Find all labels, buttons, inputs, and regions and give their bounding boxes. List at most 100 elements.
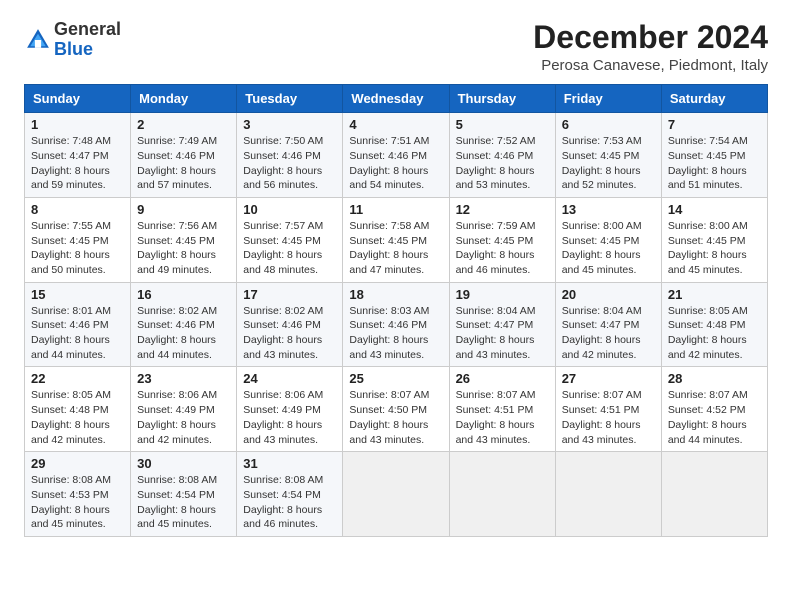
- sunset-text: Sunset: 4:46 PM: [137, 319, 215, 331]
- calendar-cell: 1Sunrise: 7:48 AMSunset: 4:47 PMDaylight…: [25, 113, 131, 198]
- sunrise-text: Sunrise: 7:58 AM: [349, 220, 429, 232]
- day-detail: Sunrise: 8:08 AMSunset: 4:53 PMDaylight:…: [31, 473, 124, 532]
- daylight-text: Daylight: 8 hours and 47 minutes.: [349, 249, 428, 276]
- sunrise-text: Sunrise: 8:07 AM: [456, 389, 536, 401]
- daylight-text: Daylight: 8 hours and 44 minutes.: [31, 334, 110, 361]
- day-number: 13: [562, 202, 655, 217]
- logo-text: General Blue: [54, 20, 121, 60]
- day-detail: Sunrise: 8:07 AMSunset: 4:52 PMDaylight:…: [668, 388, 761, 447]
- calendar-cell: 11Sunrise: 7:58 AMSunset: 4:45 PMDayligh…: [343, 197, 449, 282]
- day-number: 23: [137, 371, 230, 386]
- day-number: 18: [349, 287, 442, 302]
- sunset-text: Sunset: 4:54 PM: [243, 489, 321, 501]
- title-block: December 2024 Perosa Canavese, Piedmont,…: [533, 20, 768, 74]
- day-number: 15: [31, 287, 124, 302]
- sunrise-text: Sunrise: 7:51 AM: [349, 135, 429, 147]
- sunset-text: Sunset: 4:51 PM: [456, 404, 534, 416]
- daylight-text: Daylight: 8 hours and 45 minutes.: [137, 504, 216, 531]
- sunrise-text: Sunrise: 8:06 AM: [243, 389, 323, 401]
- daylight-text: Daylight: 8 hours and 45 minutes.: [562, 249, 641, 276]
- calendar-cell: 10Sunrise: 7:57 AMSunset: 4:45 PMDayligh…: [237, 197, 343, 282]
- day-detail: Sunrise: 8:05 AMSunset: 4:48 PMDaylight:…: [668, 304, 761, 363]
- calendar-cell: 24Sunrise: 8:06 AMSunset: 4:49 PMDayligh…: [237, 367, 343, 452]
- day-detail: Sunrise: 8:08 AMSunset: 4:54 PMDaylight:…: [137, 473, 230, 532]
- sunrise-text: Sunrise: 8:07 AM: [349, 389, 429, 401]
- calendar-cell: 25Sunrise: 8:07 AMSunset: 4:50 PMDayligh…: [343, 367, 449, 452]
- sunrise-text: Sunrise: 7:57 AM: [243, 220, 323, 232]
- daylight-text: Daylight: 8 hours and 43 minutes.: [349, 334, 428, 361]
- sunrise-text: Sunrise: 8:05 AM: [668, 305, 748, 317]
- sunrise-text: Sunrise: 8:08 AM: [31, 474, 111, 486]
- day-detail: Sunrise: 8:02 AMSunset: 4:46 PMDaylight:…: [243, 304, 336, 363]
- day-detail: Sunrise: 7:53 AMSunset: 4:45 PMDaylight:…: [562, 134, 655, 193]
- sunrise-text: Sunrise: 7:50 AM: [243, 135, 323, 147]
- daylight-text: Daylight: 8 hours and 44 minutes.: [137, 334, 216, 361]
- calendar-cell: 8Sunrise: 7:55 AMSunset: 4:45 PMDaylight…: [25, 197, 131, 282]
- calendar-cell: 13 Sunrise: 8:00 AMSunset: 4:45 PMDayligh…: [555, 197, 661, 282]
- day-detail: Sunrise: 8:06 AMSunset: 4:49 PMDaylight:…: [137, 388, 230, 447]
- calendar-cell: 28Sunrise: 8:07 AMSunset: 4:52 PMDayligh…: [661, 367, 767, 452]
- sunset-text: Sunset: 4:45 PM: [562, 235, 640, 247]
- sunset-text: Sunset: 4:46 PM: [137, 150, 215, 162]
- daylight-text: Daylight: 8 hours and 44 minutes.: [668, 419, 747, 446]
- day-detail: Sunrise: 7:50 AMSunset: 4:46 PMDaylight:…: [243, 134, 336, 193]
- daylight-text: Daylight: 8 hours and 53 minutes.: [456, 165, 535, 192]
- day-detail: Sunrise: 8:04 AMSunset: 4:47 PMDaylight:…: [562, 304, 655, 363]
- daylight-text: Daylight: 8 hours and 45 minutes.: [31, 504, 110, 531]
- sunset-text: Sunset: 4:47 PM: [562, 319, 640, 331]
- daylight-text: Daylight: 8 hours and 43 minutes.: [456, 419, 535, 446]
- sunrise-text: Sunrise: 8:02 AM: [137, 305, 217, 317]
- calendar-cell: 12Sunrise: 7:59 AMSunset: 4:45 PMDayligh…: [449, 197, 555, 282]
- daylight-text: Daylight: 8 hours and 45 minutes.: [668, 249, 747, 276]
- daylight-text: Daylight: 8 hours and 52 minutes.: [562, 165, 641, 192]
- calendar-header: Sunday Monday Tuesday Wednesday Thursday…: [25, 85, 768, 113]
- daylight-text: Daylight: 8 hours and 54 minutes.: [349, 165, 428, 192]
- calendar-cell: [555, 452, 661, 537]
- calendar-cell: [661, 452, 767, 537]
- daylight-text: Daylight: 8 hours and 43 minutes.: [243, 334, 322, 361]
- day-number: 20: [562, 287, 655, 302]
- sunrise-text: Sunrise: 8:06 AM: [137, 389, 217, 401]
- sunrise-text: Sunrise: 8:08 AM: [243, 474, 323, 486]
- sunrise-text: Sunrise: 7:48 AM: [31, 135, 111, 147]
- sunset-text: Sunset: 4:46 PM: [349, 150, 427, 162]
- day-detail: Sunrise: 7:48 AMSunset: 4:47 PMDaylight:…: [31, 134, 124, 193]
- calendar-body: 1Sunrise: 7:48 AMSunset: 4:47 PMDaylight…: [25, 113, 768, 537]
- day-number: 3: [243, 117, 336, 132]
- sunset-text: Sunset: 4:46 PM: [31, 319, 109, 331]
- logo-general: General: [54, 19, 121, 39]
- col-friday: Friday: [555, 85, 661, 113]
- calendar-cell: 22Sunrise: 8:05 AMSunset: 4:48 PMDayligh…: [25, 367, 131, 452]
- day-number: 30: [137, 456, 230, 471]
- day-number: 11: [349, 202, 442, 217]
- sunset-text: Sunset: 4:46 PM: [243, 319, 321, 331]
- calendar-cell: 17 Sunrise: 8:02 AMSunset: 4:46 PMDayligh…: [237, 282, 343, 367]
- sunset-text: Sunset: 4:46 PM: [243, 150, 321, 162]
- sunrise-text: Sunrise: 7:49 AM: [137, 135, 217, 147]
- daylight-text: Daylight: 8 hours and 59 minutes.: [31, 165, 110, 192]
- header-row-days: Sunday Monday Tuesday Wednesday Thursday…: [25, 85, 768, 113]
- sunset-text: Sunset: 4:49 PM: [243, 404, 321, 416]
- day-detail: Sunrise: 8:07 AMSunset: 4:50 PMDaylight:…: [349, 388, 442, 447]
- day-number: 7: [668, 117, 761, 132]
- daylight-text: Daylight: 8 hours and 43 minutes.: [562, 419, 641, 446]
- calendar-cell: 5Sunrise: 7:52 AMSunset: 4:46 PMDaylight…: [449, 113, 555, 198]
- daylight-text: Daylight: 8 hours and 42 minutes.: [137, 419, 216, 446]
- calendar-cell: 26Sunrise: 8:07 AMSunset: 4:51 PMDayligh…: [449, 367, 555, 452]
- logo-icon: [24, 26, 52, 54]
- calendar-cell: 15Sunrise: 8:01 AMSunset: 4:46 PMDayligh…: [25, 282, 131, 367]
- calendar-cell: 16Sunrise: 8:02 AMSunset: 4:46 PMDayligh…: [131, 282, 237, 367]
- day-detail: Sunrise: 8:00 AMSunset: 4:45 PMDaylight:…: [562, 219, 655, 278]
- location: Perosa Canavese, Piedmont, Italy: [533, 57, 768, 74]
- day-detail: Sunrise: 8:00 AMSunset: 4:45 PMDaylight:…: [668, 219, 761, 278]
- day-number: 29: [31, 456, 124, 471]
- day-number: 17: [243, 287, 336, 302]
- day-detail: Sunrise: 7:55 AMSunset: 4:45 PMDaylight:…: [31, 219, 124, 278]
- calendar-week-3: 15Sunrise: 8:01 AMSunset: 4:46 PMDayligh…: [25, 282, 768, 367]
- col-tuesday: Tuesday: [237, 85, 343, 113]
- daylight-text: Daylight: 8 hours and 50 minutes.: [31, 249, 110, 276]
- col-wednesday: Wednesday: [343, 85, 449, 113]
- sunrise-text: Sunrise: 7:55 AM: [31, 220, 111, 232]
- day-detail: Sunrise: 7:59 AMSunset: 4:45 PMDaylight:…: [456, 219, 549, 278]
- calendar-cell: 7Sunrise: 7:54 AMSunset: 4:45 PMDaylight…: [661, 113, 767, 198]
